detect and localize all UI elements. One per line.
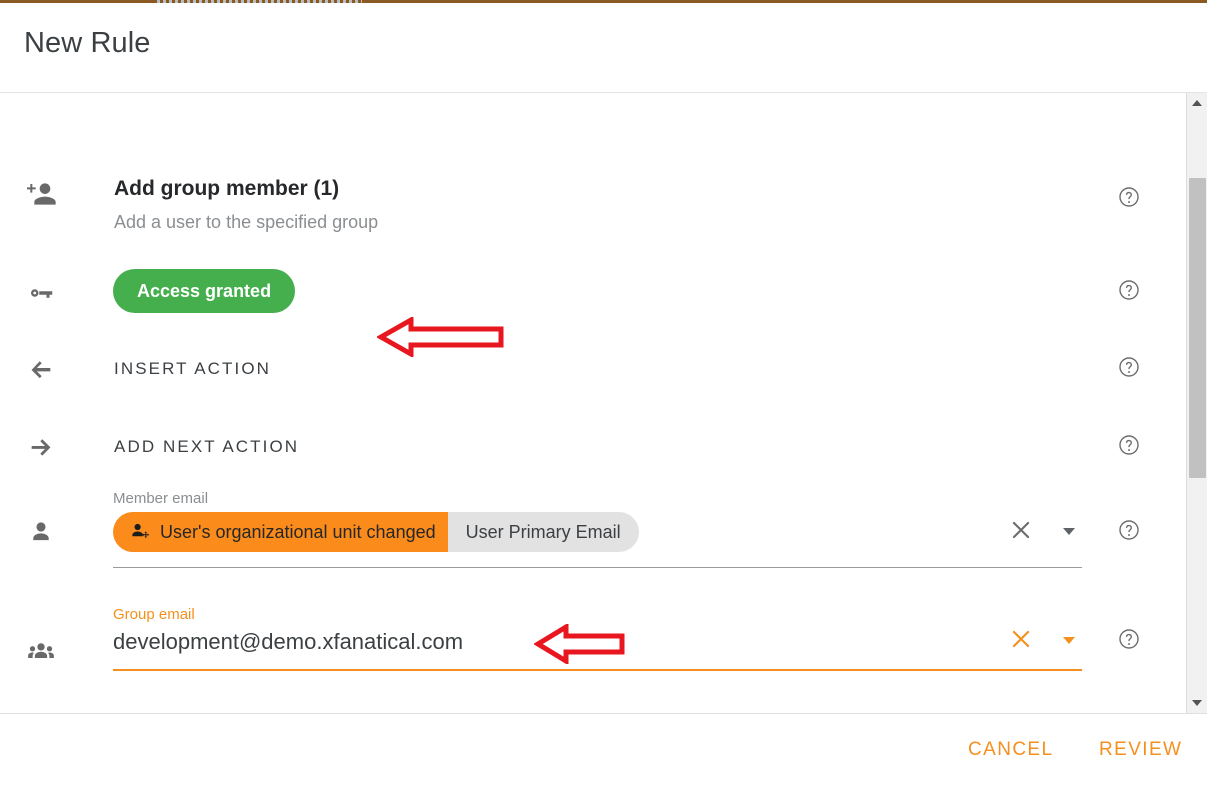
group-email-underline — [113, 669, 1082, 671]
help-icon[interactable] — [1117, 433, 1141, 457]
new-rule-dialog: New Rule Add group member (1) Add a user… — [0, 0, 1207, 791]
chip-left-label: User's organizational unit changed — [160, 521, 436, 542]
help-icon[interactable] — [1117, 627, 1141, 651]
member-email-label: Member email — [113, 490, 209, 507]
row-insert-action: INSERT ACTION — [0, 348, 1182, 400]
action-subtitle: Add a user to the specified group — [114, 212, 379, 232]
close-icon[interactable] — [1008, 517, 1034, 543]
scrollbar-thumb[interactable] — [1189, 178, 1206, 478]
person-icon — [24, 515, 58, 549]
help-icon[interactable] — [1117, 355, 1141, 379]
cancel-button[interactable]: CANCEL — [968, 739, 1053, 761]
status-badge[interactable]: Access granted — [113, 269, 296, 313]
row-access-granted: Access granted — [0, 266, 1182, 332]
arrow-right-icon[interactable] — [24, 431, 58, 465]
arrow-left-icon[interactable] — [24, 353, 58, 387]
group-email-label: Group email — [113, 606, 195, 623]
chip-left-segment[interactable]: User's organizational unit changed — [113, 512, 448, 552]
left-arrow-annotation — [534, 624, 626, 664]
vertical-scrollbar[interactable] — [1186, 93, 1207, 713]
top-accent-strip — [0, 0, 1207, 3]
triangle-up-icon[interactable] — [1187, 93, 1207, 113]
chevron-down-icon[interactable] — [1061, 632, 1077, 648]
row-add-group-member: Add group member (1) Add a user to the s… — [0, 155, 1182, 357]
help-icon[interactable] — [1117, 185, 1141, 209]
help-icon[interactable] — [1117, 518, 1141, 542]
rule-editor-scroll-area[interactable]: Add group member (1) Add a user to the s… — [0, 93, 1182, 713]
group-email-value[interactable]: development@demo.xfanatical.com — [113, 629, 463, 655]
row-member-email: Member email User's organizational unit … — [0, 490, 1182, 580]
person-add-icon — [24, 177, 58, 211]
page-title: New Rule — [24, 27, 151, 59]
chip-right-label: User Primary Email — [465, 521, 621, 542]
close-icon[interactable] — [1008, 626, 1034, 652]
chevron-down-icon[interactable] — [1061, 523, 1077, 539]
member-email-underline — [113, 567, 1082, 568]
add-next-action-button[interactable]: ADD NEXT ACTION — [114, 437, 299, 457]
top-strip-pattern — [157, 0, 362, 3]
help-icon[interactable] — [1117, 278, 1141, 302]
row-group-email: Group email development@demo.xfanatical.… — [0, 606, 1182, 701]
triangle-down-icon[interactable] — [1187, 693, 1207, 713]
person-move-icon — [132, 523, 150, 539]
action-title: Add group member (1) — [114, 177, 340, 200]
chip-right-segment[interactable]: User Primary Email — [447, 512, 639, 552]
insert-action-button[interactable]: INSERT ACTION — [114, 359, 271, 379]
review-button[interactable]: REVIEW — [1099, 739, 1182, 761]
member-email-token-chip[interactable]: User's organizational unit changed User … — [113, 512, 639, 552]
row-add-next-action: ADD NEXT ACTION — [0, 426, 1182, 478]
key-icon — [24, 276, 58, 310]
people-icon — [24, 636, 58, 670]
